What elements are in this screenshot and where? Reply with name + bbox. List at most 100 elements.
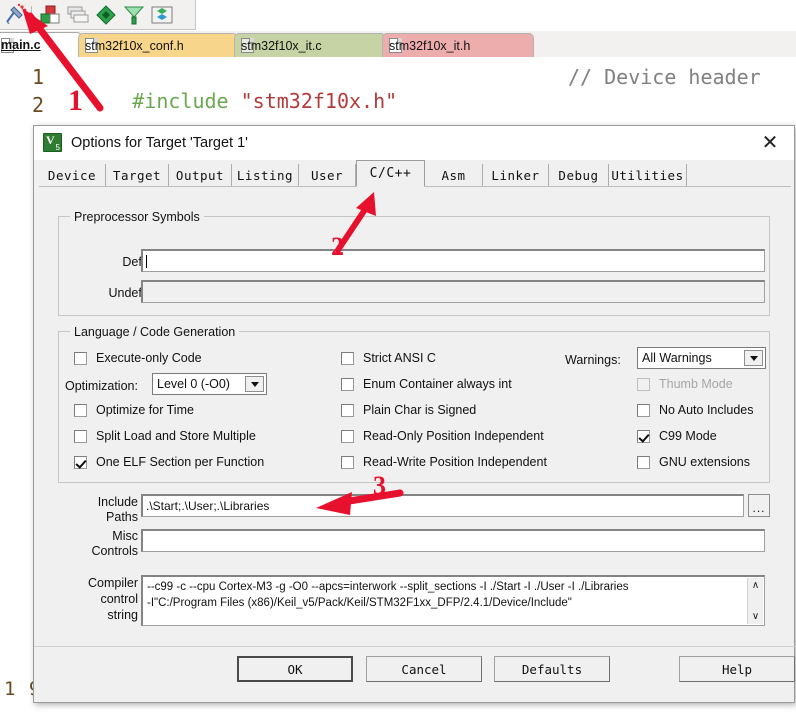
tab-asm[interactable]: Asm bbox=[425, 164, 483, 187]
tab-label: Linker bbox=[491, 168, 540, 183]
optimize-for-time-label: Optimize for Time bbox=[96, 403, 194, 417]
tab-output[interactable]: Output bbox=[169, 164, 232, 187]
code-include-keyword: #include bbox=[132, 89, 229, 113]
compiler-control-scrollbar[interactable]: ∧ ∨ bbox=[747, 578, 763, 624]
warnings-value: All Warnings bbox=[642, 351, 712, 365]
tab-user[interactable]: User bbox=[299, 164, 356, 187]
tab-label: Debug bbox=[558, 168, 599, 183]
close-icon[interactable]: ✕ bbox=[750, 128, 790, 156]
one-elf-section-checkbox[interactable] bbox=[74, 456, 87, 469]
toolbar bbox=[0, 0, 196, 30]
tab-debug[interactable]: Debug bbox=[549, 164, 609, 187]
code-comment: // Device header bbox=[568, 65, 761, 89]
split-load-store-label: Split Load and Store Multiple bbox=[96, 429, 256, 443]
enum-container-int-checkbox[interactable] bbox=[341, 378, 354, 391]
dialog-title-bar: Options for Target 'Target 1' ✕ bbox=[34, 126, 794, 160]
read-only-position-independent-checkbox[interactable] bbox=[341, 430, 354, 443]
editor-tab-stm32f10x-it-c[interactable]: stm32f10x_it.c bbox=[234, 33, 386, 57]
tab-label: Utilities bbox=[611, 168, 684, 183]
text-caret bbox=[146, 254, 147, 268]
translate-icon[interactable] bbox=[121, 3, 147, 27]
compiler-control-line1: --c99 -c --cpu Cortex-M3 -g -O0 --apcs=i… bbox=[147, 581, 629, 593]
batch-build-icon[interactable] bbox=[93, 3, 119, 27]
no-auto-includes-label: No Auto Includes bbox=[659, 403, 754, 417]
line-number: 2 bbox=[31, 93, 44, 117]
tab-label: C/C++ bbox=[369, 166, 412, 181]
tab-target[interactable]: Target bbox=[106, 164, 169, 187]
include-paths-browse-button[interactable]: ... bbox=[748, 494, 770, 517]
optimization-select[interactable]: Level 0 (-O0) bbox=[152, 373, 267, 395]
compiler-control-string-textarea[interactable]: --c99 -c --cpu Cortex-M3 -g -O0 --apcs=i… bbox=[141, 575, 765, 626]
manage-project-items-icon[interactable] bbox=[149, 3, 175, 27]
chevron-down-icon[interactable] bbox=[245, 376, 264, 392]
strict-ansi-c-checkbox[interactable] bbox=[341, 352, 354, 365]
tab-c-cpp[interactable]: C/C++ bbox=[356, 160, 425, 187]
cancel-button[interactable]: Cancel bbox=[366, 656, 482, 682]
gnu-extensions-label: GNU extensions bbox=[659, 455, 751, 469]
include-paths-value: .\Start;.\User;.\Libraries bbox=[146, 499, 270, 513]
line-number: 1 bbox=[31, 65, 44, 89]
include-paths-label-line1: Include bbox=[97, 495, 138, 509]
editor-tab-label: stm32f10x_it.h bbox=[389, 38, 471, 53]
code-include-string: "stm32f10x.h" bbox=[240, 89, 398, 113]
plain-char-signed-checkbox[interactable] bbox=[341, 404, 354, 417]
scroll-down-icon[interactable]: ∨ bbox=[748, 609, 763, 624]
compiler-control-label-line1: Compiler bbox=[87, 576, 138, 590]
dialog-tab-row: Device Target Output Listing User C/C++ … bbox=[39, 160, 791, 187]
dialog-title: Options for Target 'Target 1' bbox=[71, 134, 248, 151]
compiler-control-label-line3: string bbox=[107, 608, 138, 622]
optimization-label: Optimization: bbox=[65, 379, 138, 393]
tab-device[interactable]: Device bbox=[39, 164, 106, 187]
warnings-label: Warnings: bbox=[565, 353, 621, 367]
undefine-input[interactable] bbox=[141, 280, 765, 303]
editor-tab-label: main.c bbox=[1, 38, 41, 52]
tab-label: Asm bbox=[441, 168, 466, 183]
optimization-value: Level 0 (-O0) bbox=[157, 377, 230, 391]
execute-only-code-label: Execute-only Code bbox=[96, 351, 202, 365]
strict-ansi-c-label: Strict ANSI C bbox=[363, 351, 436, 365]
read-only-position-independent-label: Read-Only Position Independent bbox=[363, 429, 544, 443]
target-options-icon[interactable] bbox=[2, 3, 28, 27]
editor-tab-stm32f10x-conf-h[interactable]: stm32f10x_conf.h bbox=[78, 33, 238, 57]
thumb-mode-label: Thumb Mode bbox=[659, 377, 733, 391]
c99-mode-label: C99 Mode bbox=[659, 429, 717, 443]
editor-tab-label: stm32f10x_it.c bbox=[241, 38, 322, 53]
ok-button[interactable]: OK bbox=[237, 656, 353, 682]
tab-linker[interactable]: Linker bbox=[483, 164, 549, 187]
dialog-button-row: OK Cancel Defaults Help bbox=[34, 646, 795, 702]
thumb-mode-checkbox bbox=[637, 378, 650, 391]
tab-listing[interactable]: Listing bbox=[232, 164, 299, 187]
warnings-select[interactable]: All Warnings bbox=[637, 347, 766, 369]
keil-uvision-icon bbox=[43, 133, 62, 152]
execute-only-code-checkbox[interactable] bbox=[74, 352, 87, 365]
no-auto-includes-checkbox[interactable] bbox=[637, 404, 650, 417]
help-button[interactable]: Help bbox=[679, 656, 795, 682]
build-target-icon[interactable] bbox=[37, 3, 63, 27]
one-elf-section-label: One ELF Section per Function bbox=[96, 455, 265, 469]
misc-controls-input[interactable] bbox=[141, 529, 765, 552]
tab-label: Output bbox=[175, 168, 225, 183]
optimize-for-time-checkbox[interactable] bbox=[74, 404, 87, 417]
c99-mode-checkbox[interactable] bbox=[637, 430, 650, 443]
editor-tab-main-c[interactable]: main.c bbox=[0, 32, 82, 57]
defaults-button[interactable]: Defaults bbox=[494, 656, 610, 682]
editor-tab-label: stm32f10x_conf.h bbox=[85, 38, 184, 53]
toolbar-separator bbox=[31, 5, 32, 24]
misc-controls-label-line2: Controls bbox=[91, 544, 138, 558]
chevron-down-icon[interactable] bbox=[744, 350, 763, 366]
tab-utilities[interactable]: Utilities bbox=[609, 164, 687, 187]
scroll-up-icon[interactable]: ∧ bbox=[748, 578, 763, 593]
compiler-control-label-line2: control bbox=[100, 592, 138, 606]
preprocessor-symbols-label: Preprocessor Symbols bbox=[70, 210, 204, 224]
gnu-extensions-checkbox[interactable] bbox=[637, 456, 650, 469]
read-write-position-independent-label: Read-Write Position Independent bbox=[363, 455, 547, 469]
define-input[interactable] bbox=[141, 249, 765, 272]
enum-container-int-label: Enum Container always int bbox=[363, 377, 512, 391]
split-load-store-checkbox[interactable] bbox=[74, 430, 87, 443]
include-paths-label-line2: Paths bbox=[106, 510, 138, 524]
compiler-control-line2: -I"C:/Program Files (x86)/Keil_v5/Pack/K… bbox=[147, 597, 572, 609]
include-paths-input[interactable]: .\Start;.\User;.\Libraries bbox=[141, 494, 744, 517]
editor-tab-stm32f10x-it-h[interactable]: stm32f10x_it.h bbox=[382, 33, 534, 57]
rebuild-all-icon[interactable] bbox=[65, 3, 91, 27]
read-write-position-independent-checkbox[interactable] bbox=[341, 456, 354, 469]
